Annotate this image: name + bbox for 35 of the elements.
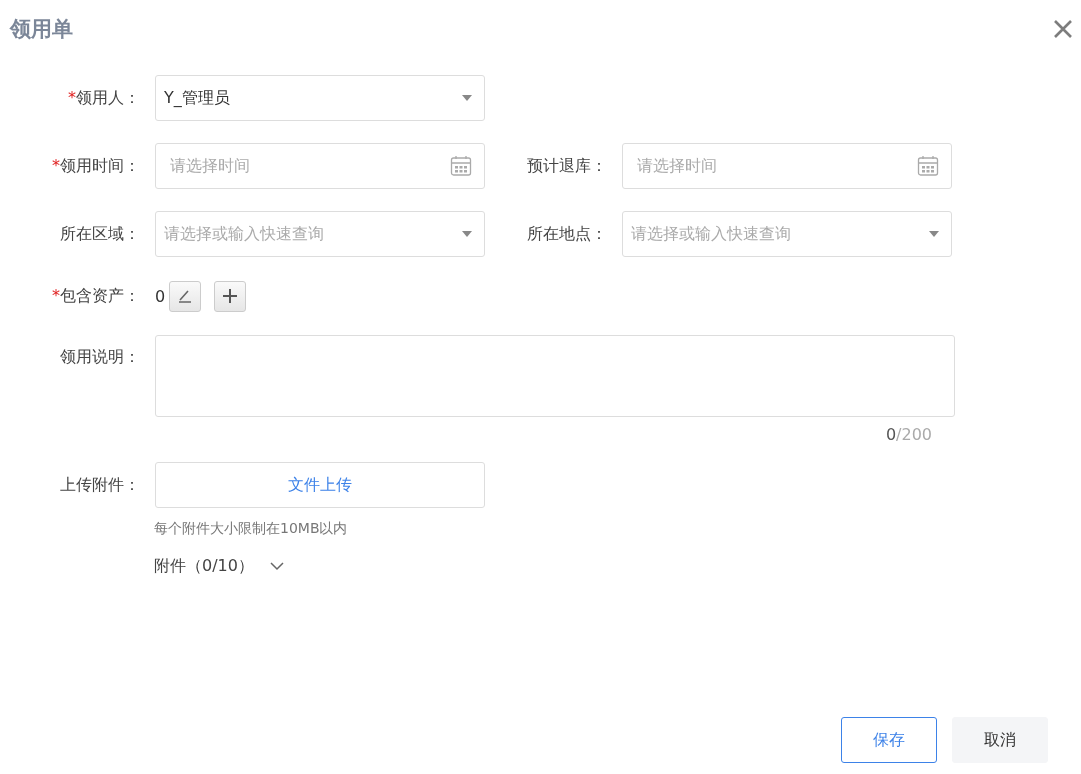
field-label: *包含资产： (51, 285, 140, 307)
upload-hint: 每个附件大小限制在10MB以内 (154, 520, 349, 538)
cancel-button[interactable]: 取消 (952, 717, 1048, 763)
save-button[interactable]: 保存 (841, 717, 937, 763)
caret-icon (462, 95, 472, 101)
select-field[interactable]: Y_管理员 (155, 75, 485, 121)
field-label: *领用时间： (51, 155, 140, 177)
field-label: *领用人： (67, 87, 140, 109)
select-field[interactable]: 请选择或输入快速查询 (622, 211, 952, 257)
required-mark: * (68, 87, 76, 107)
required-mark: * (52, 155, 60, 175)
close-icon[interactable] (1053, 19, 1073, 39)
plus-icon (222, 288, 239, 304)
select-field[interactable]: 请选择或输入快速查询 (155, 211, 485, 257)
edit-button[interactable] (169, 280, 202, 312)
caret-icon (462, 231, 472, 237)
chevron-icon[interactable] (269, 562, 284, 571)
calendar-icon (450, 155, 472, 177)
field-label: 领用说明： (59, 347, 140, 368)
caret-icon (929, 231, 939, 237)
asset-count: 0 (155, 286, 166, 306)
field-label: 预计退库： (526, 155, 607, 177)
pencil-icon (177, 288, 194, 304)
dialog-title: 领用单 (10, 16, 73, 43)
field-label: 上传附件： (59, 474, 140, 496)
field-label: 所在区域： (59, 223, 140, 245)
date-field[interactable]: 请选择时间 (622, 143, 952, 189)
add-button[interactable] (214, 280, 247, 312)
required-mark: * (52, 285, 60, 305)
field-label: 所在地点： (526, 223, 607, 245)
upload-button[interactable]: 文件上传 (155, 462, 485, 508)
attachments-toggle[interactable]: 附件（0/10） (154, 556, 254, 577)
character-counter: 0/200 (884, 425, 932, 444)
date-field[interactable]: 请选择时间 (155, 143, 485, 189)
calendar-icon (917, 155, 939, 177)
